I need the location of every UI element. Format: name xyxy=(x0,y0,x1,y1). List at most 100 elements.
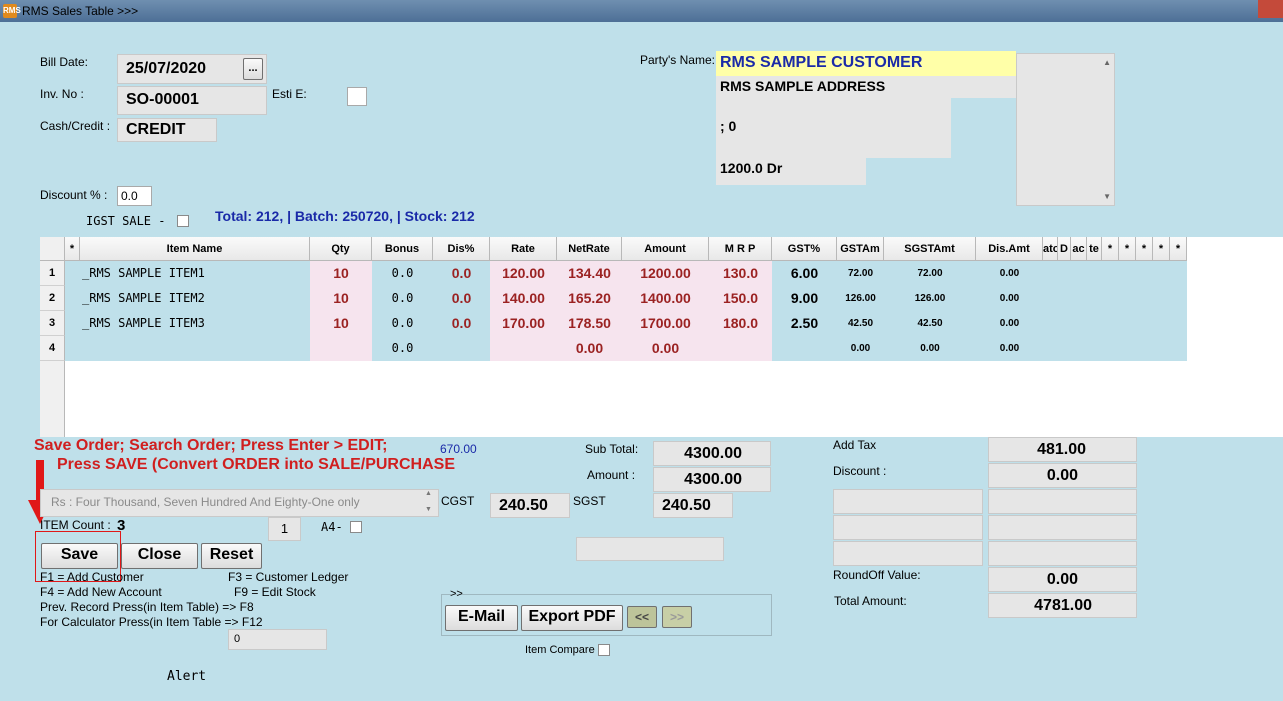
cell-dis[interactable]: 0.0 xyxy=(433,311,490,336)
copies-field[interactable]: 1 xyxy=(268,517,301,541)
cell-gst[interactable]: 2.50 xyxy=(772,311,837,336)
column-header[interactable]: * xyxy=(1170,237,1187,261)
window-close-button[interactable] xyxy=(1258,0,1283,18)
cell-dis[interactable]: 0.0 xyxy=(433,286,490,311)
column-header[interactable]: Qty xyxy=(310,237,372,261)
cell-cgst-amt[interactable]: 126.00 xyxy=(837,286,884,311)
column-header[interactable]: ato xyxy=(1043,237,1058,261)
a4-checkbox[interactable] xyxy=(350,521,362,533)
row-number[interactable]: 4 xyxy=(40,336,65,361)
cell-gst[interactable]: 9.00 xyxy=(772,286,837,311)
cell-mrp[interactable]: 130.0 xyxy=(709,261,772,286)
scroll-down-arrow-icon[interactable]: ▼ xyxy=(1103,192,1111,201)
cell-rate[interactable]: 120.00 xyxy=(490,261,557,286)
cell-cgst-amt[interactable]: 42.50 xyxy=(837,311,884,336)
cell-dis-amt[interactable]: 0.00 xyxy=(976,286,1043,311)
cell-qty[interactable]: 10 xyxy=(310,286,372,311)
next-button[interactable]: >> xyxy=(662,606,692,628)
cell-item-name[interactable] xyxy=(80,336,310,361)
prev-button[interactable]: << xyxy=(627,606,657,628)
column-header[interactable]: * xyxy=(1153,237,1170,261)
cell-sgst-amt[interactable]: 42.50 xyxy=(884,311,976,336)
column-header[interactable]: Rate xyxy=(490,237,557,261)
cell-item-name[interactable]: _RMS SAMPLE ITEM1 xyxy=(80,261,310,286)
row-number[interactable]: 3 xyxy=(40,311,65,336)
cell-dis[interactable] xyxy=(433,336,490,361)
cell-netrate[interactable]: 178.50 xyxy=(557,311,622,336)
table-row[interactable]: 0.0 0.00 0.00 0.00 0.00 0.00 xyxy=(65,336,1187,361)
cell-mrp[interactable] xyxy=(709,336,772,361)
scroll-down-arrow-icon[interactable]: ▼ xyxy=(425,506,432,513)
column-header[interactable]: NetRate xyxy=(557,237,622,261)
column-header[interactable]: Item Name xyxy=(80,237,310,261)
cell-qty[interactable]: 10 xyxy=(310,261,372,286)
table-row[interactable]: _RMS SAMPLE ITEM3 10 0.0 0.0 170.00 178.… xyxy=(65,311,1187,336)
inv-no-field[interactable]: SO-00001 xyxy=(117,86,267,115)
scroll-up-arrow-icon[interactable]: ▲ xyxy=(1103,58,1111,67)
column-header[interactable]: Dis.Amt xyxy=(976,237,1043,261)
cell-bonus[interactable]: 0.0 xyxy=(372,336,433,361)
esti-checkbox[interactable] xyxy=(347,87,367,106)
cell-rate[interactable]: 140.00 xyxy=(490,286,557,311)
cell-qty[interactable]: 10 xyxy=(310,311,372,336)
column-header[interactable]: GST% xyxy=(772,237,837,261)
cell-netrate[interactable]: 165.20 xyxy=(557,286,622,311)
column-header[interactable]: SGSTAmt xyxy=(884,237,976,261)
cell-dis-amt[interactable]: 0.00 xyxy=(976,261,1043,286)
date-picker-button[interactable]: ... xyxy=(243,58,263,80)
column-header[interactable]: ac xyxy=(1071,237,1087,261)
extra-value-field[interactable] xyxy=(988,489,1137,514)
cell-amount[interactable]: 1200.00 xyxy=(622,261,709,286)
item-table[interactable]: * Item Name Qty Bonus Dis% Rate NetRate … xyxy=(40,237,1283,437)
column-header[interactable]: * xyxy=(1119,237,1136,261)
close-button[interactable]: Close xyxy=(121,543,198,569)
cell-bonus[interactable]: 0.0 xyxy=(372,286,433,311)
extra-value-field[interactable] xyxy=(988,541,1137,566)
cell-dis-amt[interactable]: 0.00 xyxy=(976,336,1043,361)
scroll-up-arrow-icon[interactable]: ▲ xyxy=(425,490,432,497)
cell-rate[interactable]: 170.00 xyxy=(490,311,557,336)
cell-gst[interactable] xyxy=(772,336,837,361)
cell-rate[interactable] xyxy=(490,336,557,361)
column-header[interactable]: D xyxy=(1058,237,1071,261)
party-name-field[interactable]: RMS SAMPLE CUSTOMER xyxy=(716,51,1016,76)
column-header[interactable]: Amount xyxy=(622,237,709,261)
discount-percent-input[interactable]: 0.0 xyxy=(117,186,152,206)
column-header[interactable]: te xyxy=(1087,237,1102,261)
extra-value-field[interactable] xyxy=(988,515,1137,540)
cell-qty[interactable] xyxy=(310,336,372,361)
item-compare-checkbox[interactable] xyxy=(598,644,610,656)
cell-sgst-amt[interactable]: 72.00 xyxy=(884,261,976,286)
cell-item-name[interactable]: _RMS SAMPLE ITEM3 xyxy=(80,311,310,336)
column-header[interactable]: Bonus xyxy=(372,237,433,261)
row-number[interactable]: 2 xyxy=(40,286,65,311)
cell-bonus[interactable]: 0.0 xyxy=(372,311,433,336)
cell-netrate[interactable]: 0.00 xyxy=(557,336,622,361)
row-number[interactable]: 1 xyxy=(40,261,65,286)
cell-dis[interactable]: 0.0 xyxy=(433,261,490,286)
cell-sgst-amt[interactable]: 126.00 xyxy=(884,286,976,311)
reset-button[interactable]: Reset xyxy=(201,543,262,569)
table-row[interactable]: _RMS SAMPLE ITEM2 10 0.0 0.0 140.00 165.… xyxy=(65,286,1187,311)
cell-gst[interactable]: 6.00 xyxy=(772,261,837,286)
column-header[interactable]: Dis% xyxy=(433,237,490,261)
cell-amount[interactable]: 0.00 xyxy=(622,336,709,361)
party-info-listbox[interactable]: ▲ ▼ xyxy=(1016,53,1115,206)
column-header[interactable]: M R P xyxy=(709,237,772,261)
column-header[interactable]: * xyxy=(1102,237,1119,261)
cell-amount[interactable]: 1400.00 xyxy=(622,286,709,311)
calculator-field[interactable]: 0 xyxy=(228,629,327,650)
cell-bonus[interactable]: 0.0 xyxy=(372,261,433,286)
extra-label-field[interactable] xyxy=(833,541,983,566)
table-row[interactable]: _RMS SAMPLE ITEM1 10 0.0 0.0 120.00 134.… xyxy=(65,261,1187,286)
extra-label-field[interactable] xyxy=(833,515,983,540)
cell-mrp[interactable]: 180.0 xyxy=(709,311,772,336)
column-header[interactable]: * xyxy=(65,237,80,261)
cell-cgst-amt[interactable]: 72.00 xyxy=(837,261,884,286)
cell-item-name[interactable]: _RMS SAMPLE ITEM2 xyxy=(80,286,310,311)
cell-cgst-amt[interactable]: 0.00 xyxy=(837,336,884,361)
column-header[interactable]: GSTAm xyxy=(837,237,884,261)
extra-label-field[interactable] xyxy=(833,489,983,514)
igst-sale-checkbox[interactable] xyxy=(177,215,189,227)
cell-dis-amt[interactable]: 0.00 xyxy=(976,311,1043,336)
